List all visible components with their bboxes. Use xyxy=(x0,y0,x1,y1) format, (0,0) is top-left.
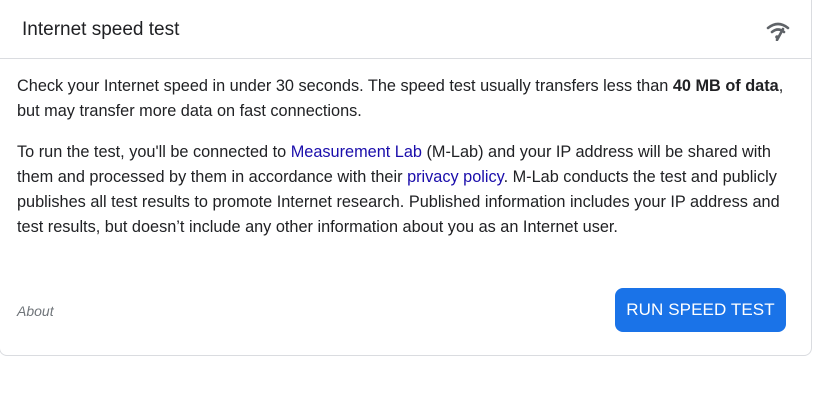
measurement-lab-link[interactable]: Measurement Lab xyxy=(291,143,422,161)
data-amount-text: 40 MB of data xyxy=(672,77,779,95)
wifi-signal-icon xyxy=(766,22,790,41)
p1-text-start: Check your Internet speed in under 30 se… xyxy=(17,77,673,95)
card-header: Internet speed test xyxy=(0,0,811,59)
card-title: Internet speed test xyxy=(22,19,180,40)
data-usage-paragraph: Check your Internet speed in under 30 se… xyxy=(17,74,797,124)
privacy-policy-link[interactable]: privacy policy xyxy=(407,168,504,186)
about-link[interactable]: About xyxy=(17,303,54,319)
p2-text-start: To run the test, you'll be connected to xyxy=(17,143,291,161)
privacy-paragraph: To run the test, you'll be connected to … xyxy=(17,140,797,240)
speed-test-card: Internet speed test Check your Internet … xyxy=(0,0,812,356)
card-body: Check your Internet speed in under 30 se… xyxy=(17,74,797,256)
run-speed-test-button[interactable]: RUN SPEED TEST xyxy=(615,288,786,332)
